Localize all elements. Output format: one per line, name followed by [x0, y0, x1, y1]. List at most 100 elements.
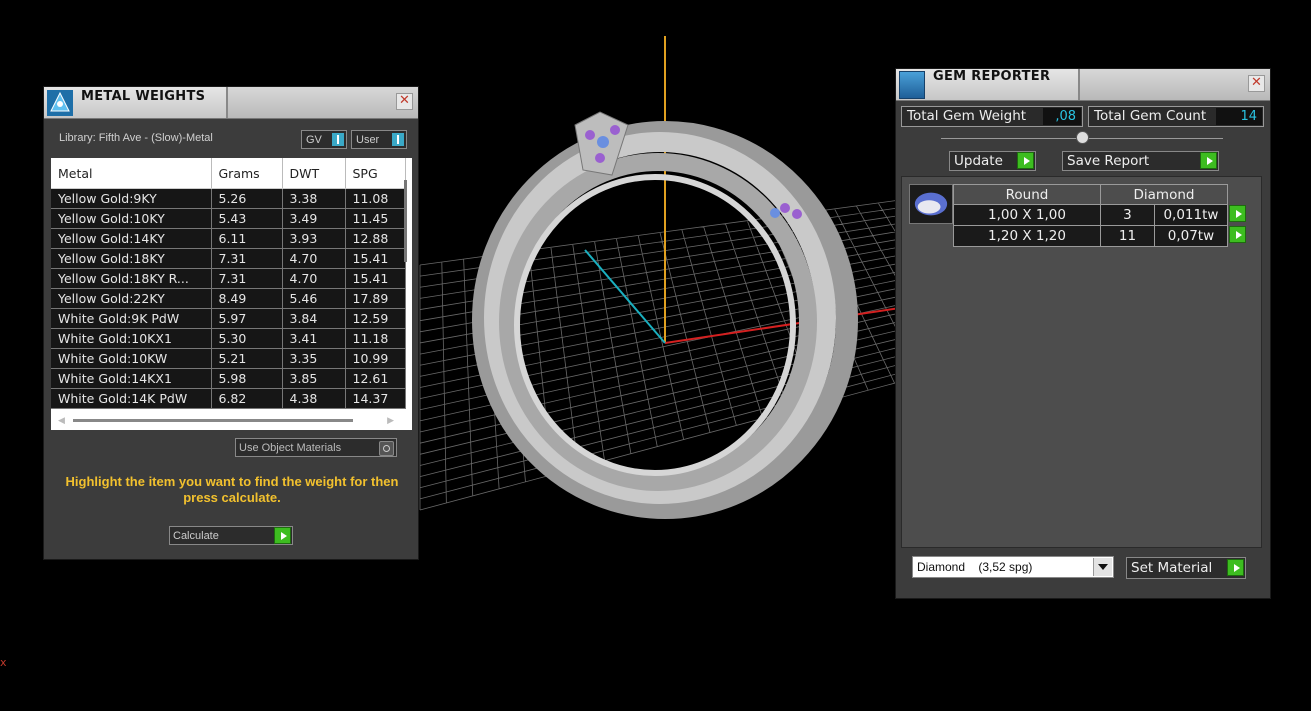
metal-row[interactable]: Yellow Gold:22KY 8.49 5.46 17.89 — [51, 288, 406, 309]
close-icon[interactable]: ✕ — [1248, 75, 1265, 92]
metal-spg: 10.99 — [345, 348, 406, 369]
gem-reporter-titlebar[interactable]: GEM REPORTER ✕ — [896, 69, 1270, 101]
update-button[interactable]: Update — [949, 151, 1036, 171]
scroll-right-icon[interactable]: ▶ — [387, 416, 394, 426]
total-gem-count-value: 14 — [1216, 108, 1262, 125]
gem-row[interactable]: 1,20 X 1,20 11 0,07tw — [953, 225, 1247, 247]
metal-row[interactable]: Yellow Gold:9KY 5.26 3.38 11.08 — [51, 188, 406, 209]
vertical-scrollbar[interactable] — [404, 180, 407, 262]
play-arrow-icon[interactable] — [1229, 225, 1247, 243]
metal-dwt: 3.35 — [282, 348, 346, 369]
metal-name: Yellow Gold:10KY — [51, 208, 212, 229]
gem-row[interactable]: 1,00 X 1,00 3 0,011tw — [953, 204, 1247, 226]
metal-dwt: 3.38 — [282, 188, 346, 209]
metal-spg: 11.08 — [345, 188, 406, 209]
corner-mark: x — [0, 656, 7, 669]
metal-name: White Gold:14KX1 — [51, 368, 212, 389]
metal-table-container[interactable]: Metal Grams DWT SPG Yellow Gold:9KY 5.26 3… — [51, 158, 412, 430]
gem-group-header[interactable]: Round Diamond — [953, 184, 1247, 205]
gem-size: 1,00 X 1,00 — [953, 204, 1101, 226]
material-select[interactable]: Diamond (3,52 spg) — [912, 556, 1114, 578]
metal-table-header: Metal Grams DWT SPG — [51, 158, 406, 189]
total-gem-count-label: Total Gem Count — [1094, 108, 1207, 124]
gem-reporter-panel: GEM REPORTER ✕ Total Gem Weight ,08 Tota… — [896, 69, 1270, 598]
metal-table: Metal Grams DWT SPG Yellow Gold:9KY 5.26 3… — [51, 158, 406, 409]
close-icon[interactable]: ✕ — [396, 93, 413, 110]
metal-name: Yellow Gold:18KY — [51, 248, 212, 269]
calculate-button[interactable]: Calculate — [169, 526, 293, 545]
metal-dwt: 3.84 — [282, 308, 346, 329]
metal-row[interactable]: White Gold:14K PdW 6.82 4.38 14.37 — [51, 388, 406, 409]
metal-row[interactable]: Yellow Gold:14KY 6.11 3.93 12.88 — [51, 228, 406, 249]
column-header-metal[interactable]: Metal — [51, 158, 212, 189]
metal-name: White Gold:9K PdW — [51, 308, 212, 329]
gem-count: 3 — [1100, 204, 1155, 226]
instruction-text: Highlight the item you want to find the … — [65, 474, 399, 505]
metal-dwt: 3.49 — [282, 208, 346, 229]
use-object-materials-toggle[interactable]: Use Object Materials — [235, 438, 397, 457]
gv-toggle[interactable]: GV — [301, 130, 347, 149]
save-report-label: Save Report — [1067, 153, 1150, 169]
metal-spg: 12.59 — [345, 308, 406, 329]
panel-slider-knob[interactable] — [1076, 131, 1089, 144]
gv-toggle-label: GV — [306, 134, 322, 146]
gem-size: 1,20 X 1,20 — [953, 225, 1101, 247]
metal-name: Yellow Gold:14KY — [51, 228, 212, 249]
metal-row[interactable]: White Gold:14KX1 5.98 3.85 12.61 — [51, 368, 406, 389]
gem-reporter-title: GEM REPORTER — [933, 69, 1051, 84]
save-report-button[interactable]: Save Report — [1062, 151, 1219, 171]
horizontal-scrollbar[interactable] — [73, 419, 353, 422]
metal-name: Yellow Gold:22KY — [51, 288, 212, 309]
scroll-left-icon[interactable]: ◀ — [58, 416, 65, 426]
metal-weights-title: METAL WEIGHTS — [81, 89, 206, 104]
column-header-dwt[interactable]: DWT — [282, 158, 346, 189]
metal-grams: 5.98 — [211, 368, 283, 389]
gem-row-arrow-cell — [1228, 204, 1247, 226]
total-gem-weight-box: Total Gem Weight ,08 — [901, 106, 1083, 127]
chevron-down-icon[interactable] — [1093, 558, 1112, 576]
metal-grams: 7.31 — [211, 268, 283, 289]
calculate-label: Calculate — [173, 530, 219, 542]
metal-spg: 11.45 — [345, 208, 406, 229]
metal-row[interactable]: Yellow Gold:18KY 7.31 4.70 15.41 — [51, 248, 406, 269]
metal-row[interactable]: Yellow Gold:18KY R... 7.31 4.70 15.41 — [51, 268, 406, 289]
set-material-label: Set Material — [1131, 560, 1213, 576]
metal-spg: 14.37 — [345, 388, 406, 409]
metal-grams: 5.30 — [211, 328, 283, 349]
library-label: Library: Fifth Ave - (Slow)-Metal — [59, 132, 213, 144]
metal-grams: 5.97 — [211, 308, 283, 329]
metal-dwt: 4.70 — [282, 268, 346, 289]
metal-grams: 5.43 — [211, 208, 283, 229]
play-arrow-icon — [1200, 152, 1217, 169]
metal-grams: 7.31 — [211, 248, 283, 269]
metal-grams: 6.11 — [211, 228, 283, 249]
gem-list[interactable]: Round Diamond 1,00 X 1,00 3 0,011tw 1,20… — [901, 176, 1262, 548]
metal-dwt: 4.70 — [282, 248, 346, 269]
metal-name: White Gold:14K PdW — [51, 388, 212, 409]
metal-dwt: 3.93 — [282, 228, 346, 249]
use-object-materials-label: Use Object Materials — [239, 442, 342, 454]
metal-weights-panel: METAL WEIGHTS ✕ Library: Fifth Ave - (Sl… — [44, 87, 418, 559]
gem-shape: Round — [953, 184, 1101, 205]
set-material-button[interactable]: Set Material — [1126, 557, 1246, 579]
metal-dwt: 5.46 — [282, 288, 346, 309]
metal-row[interactable]: Yellow Gold:10KY 5.43 3.49 11.45 — [51, 208, 406, 229]
play-arrow-icon — [1227, 559, 1244, 576]
column-header-grams[interactable]: Grams — [211, 158, 283, 189]
column-header-spg[interactable]: SPG — [345, 158, 406, 189]
gem-reporter-title-tab: GEM REPORTER — [896, 69, 1080, 100]
metal-row[interactable]: White Gold:9K PdW 5.97 3.84 12.59 — [51, 308, 406, 329]
metal-name: Yellow Gold:18KY R... — [51, 268, 212, 289]
toggle-switch-icon — [332, 133, 344, 146]
metal-row[interactable]: White Gold:10KW 5.21 3.35 10.99 — [51, 348, 406, 369]
play-arrow-icon[interactable] — [1229, 204, 1246, 222]
total-gem-weight-label: Total Gem Weight — [907, 108, 1027, 124]
metal-weights-titlebar[interactable]: METAL WEIGHTS ✕ — [44, 87, 418, 119]
radio-icon — [379, 441, 394, 456]
play-arrow-icon — [1017, 152, 1034, 169]
axis-z — [584, 249, 666, 344]
axis-x — [664, 307, 901, 344]
metal-grams: 6.82 — [211, 388, 283, 409]
metal-row[interactable]: White Gold:10KX1 5.30 3.41 11.18 — [51, 328, 406, 349]
user-toggle[interactable]: User — [351, 130, 407, 149]
